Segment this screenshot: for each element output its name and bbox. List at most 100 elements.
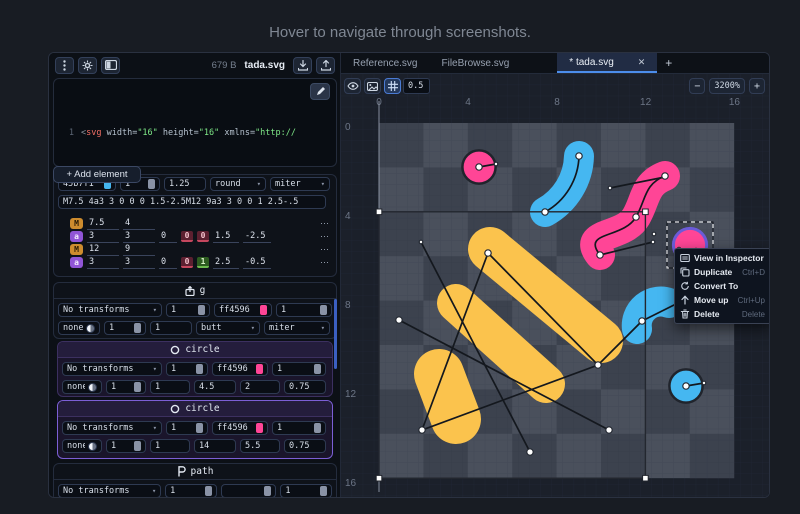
row-more-button[interactable]: ⋯ bbox=[320, 231, 330, 242]
command-value[interactable]: -0.5 bbox=[243, 257, 271, 269]
control-point[interactable] bbox=[608, 186, 612, 190]
path-section-header[interactable]: path bbox=[54, 464, 336, 480]
dash-offset-field[interactable]: 1 bbox=[106, 380, 146, 394]
dash-field[interactable]: none bbox=[62, 380, 102, 394]
menu-item-delete[interactable]: Delete Delete bbox=[675, 307, 770, 321]
zoom-level[interactable]: 3200% bbox=[709, 78, 745, 94]
command-value[interactable]: 3 bbox=[123, 231, 155, 243]
toggle-grid-button[interactable] bbox=[384, 78, 401, 94]
node-handle[interactable] bbox=[542, 209, 548, 215]
node-handle[interactable] bbox=[633, 214, 639, 220]
miter-limit-field[interactable]: 1 bbox=[150, 439, 190, 453]
radius-field[interactable]: 0.75 bbox=[284, 380, 326, 394]
dash-offset-field[interactable]: 1 bbox=[104, 321, 146, 335]
node-handle[interactable] bbox=[576, 153, 582, 159]
opacity-field[interactable]: 1 bbox=[166, 421, 208, 435]
linecap-select[interactable]: round bbox=[210, 177, 266, 191]
transforms-select[interactable]: No transforms bbox=[62, 362, 162, 376]
row-more-button[interactable]: ⋯ bbox=[320, 257, 330, 268]
node-handle[interactable] bbox=[595, 362, 601, 368]
circle-section-header[interactable]: circle bbox=[58, 401, 332, 417]
node-handle[interactable] bbox=[527, 449, 533, 455]
overflow-menu-button[interactable] bbox=[55, 57, 74, 74]
left-panel-scrollbar[interactable] bbox=[334, 299, 337, 369]
bbox-handle[interactable] bbox=[643, 209, 649, 215]
stroke-width-field[interactable]: 1 bbox=[276, 303, 332, 317]
command-value[interactable]: 1.5 bbox=[213, 231, 239, 243]
tab-filebrowse[interactable]: FileBrowse.svg bbox=[429, 53, 521, 73]
control-point[interactable] bbox=[419, 240, 423, 244]
arc-flag[interactable]: 1 bbox=[197, 257, 209, 268]
miter-limit-field[interactable]: 1 bbox=[150, 380, 190, 394]
control-point[interactable] bbox=[702, 381, 706, 385]
command-value[interactable]: 0 bbox=[159, 257, 177, 269]
width-swatch[interactable] bbox=[320, 305, 327, 315]
node-handle[interactable] bbox=[396, 317, 402, 323]
zoom-in-button[interactable]: + bbox=[749, 78, 765, 94]
bbox-handle[interactable] bbox=[376, 209, 382, 215]
row-more-button[interactable]: ⋯ bbox=[320, 244, 330, 255]
menu-item-view-in-inspector[interactable]: View in Inspector bbox=[675, 251, 770, 265]
cx-field[interactable]: 4.5 bbox=[194, 380, 236, 394]
dash-offset-field[interactable]: 1 bbox=[106, 439, 146, 453]
stroke-width-field[interactable]: 1.25 bbox=[164, 177, 206, 191]
linejoin-select[interactable]: miter bbox=[270, 177, 330, 191]
tab-close-icon[interactable]: ✕ bbox=[638, 57, 646, 68]
menu-item-convert-to[interactable]: Convert To bbox=[675, 279, 770, 293]
bbox-handle[interactable] bbox=[643, 475, 649, 481]
command-value[interactable]: 3 bbox=[123, 257, 155, 269]
grid-size-input[interactable]: 0.5 bbox=[403, 78, 430, 94]
edit-code-button[interactable] bbox=[310, 83, 330, 100]
transforms-select[interactable]: No transforms bbox=[58, 303, 162, 317]
menu-item-move-up[interactable]: Move up Ctrl+Up bbox=[675, 293, 770, 307]
tab-reference[interactable]: Reference.svg bbox=[341, 53, 429, 73]
stroke-color-field[interactable]: ff4596 bbox=[212, 362, 268, 376]
arc-flag[interactable]: 0 bbox=[181, 231, 193, 242]
cy-field[interactable]: 2 bbox=[240, 380, 280, 394]
node-handle[interactable] bbox=[639, 318, 645, 324]
radius-field[interactable]: 0.75 bbox=[284, 439, 326, 453]
command-badge-a[interactable]: a bbox=[70, 231, 83, 242]
node-handle[interactable] bbox=[606, 427, 612, 433]
command-value[interactable]: 0 bbox=[159, 231, 177, 243]
code-editor[interactable]: 1<svg width="16" height="16" xmlns="http… bbox=[53, 78, 337, 167]
opacity-field[interactable]: 1 bbox=[166, 303, 210, 317]
command-value[interactable]: 4 bbox=[123, 218, 155, 230]
command-value[interactable]: 9 bbox=[123, 244, 155, 256]
circle-section-header[interactable]: circle bbox=[58, 342, 332, 358]
command-value[interactable]: 3 bbox=[87, 257, 119, 269]
stroke-color-field[interactable] bbox=[221, 484, 277, 498]
new-tab-button[interactable]: + bbox=[657, 53, 680, 73]
node-handle[interactable] bbox=[485, 250, 491, 256]
tab-tada-active[interactable]: * tada.svg ✕ bbox=[557, 53, 657, 73]
stroke-width-field[interactable]: 1 bbox=[272, 362, 326, 376]
control-point[interactable] bbox=[651, 240, 655, 244]
stroke-color-field[interactable]: ff4596 bbox=[212, 421, 268, 435]
dash-field[interactable]: none bbox=[62, 439, 102, 453]
control-point[interactable] bbox=[652, 232, 656, 236]
node-handle[interactable] bbox=[419, 427, 425, 433]
node-handle[interactable] bbox=[683, 383, 689, 389]
arc-flag[interactable]: 0 bbox=[181, 257, 193, 268]
code-lines[interactable]: 1<svg width="16" height="16" xmlns="http… bbox=[60, 101, 332, 167]
command-value[interactable]: 2.5 bbox=[213, 257, 239, 269]
toggle-image-button[interactable] bbox=[364, 78, 381, 94]
command-value[interactable]: 7.5 bbox=[87, 218, 119, 230]
node-handle[interactable] bbox=[476, 164, 482, 170]
arc-flag[interactable]: 0 bbox=[197, 231, 209, 242]
path-data-input[interactable]: M7.5 4a3 3 0 0 0 1.5-2.5M12 9a3 3 0 0 1 … bbox=[58, 195, 326, 209]
upload-button[interactable] bbox=[316, 57, 335, 74]
stroke-width-field[interactable]: 1 bbox=[272, 421, 326, 435]
layout-panels-button[interactable] bbox=[101, 57, 120, 74]
stroke-width-field[interactable]: 1 bbox=[280, 484, 332, 498]
command-badge-a[interactable]: a bbox=[70, 257, 83, 268]
opacity-swatch[interactable] bbox=[148, 179, 155, 189]
command-value[interactable]: -2.5 bbox=[243, 231, 271, 243]
add-element-button[interactable]: + Add element bbox=[53, 166, 141, 183]
cy-field[interactable]: 5.5 bbox=[240, 439, 280, 453]
command-badge-M[interactable]: M bbox=[70, 244, 83, 255]
row-more-button[interactable]: ⋯ bbox=[320, 218, 330, 229]
toggle-visibility-button[interactable] bbox=[344, 78, 361, 94]
stroke-color-field[interactable]: ff4596 bbox=[214, 303, 272, 317]
cx-field[interactable]: 14 bbox=[194, 439, 236, 453]
